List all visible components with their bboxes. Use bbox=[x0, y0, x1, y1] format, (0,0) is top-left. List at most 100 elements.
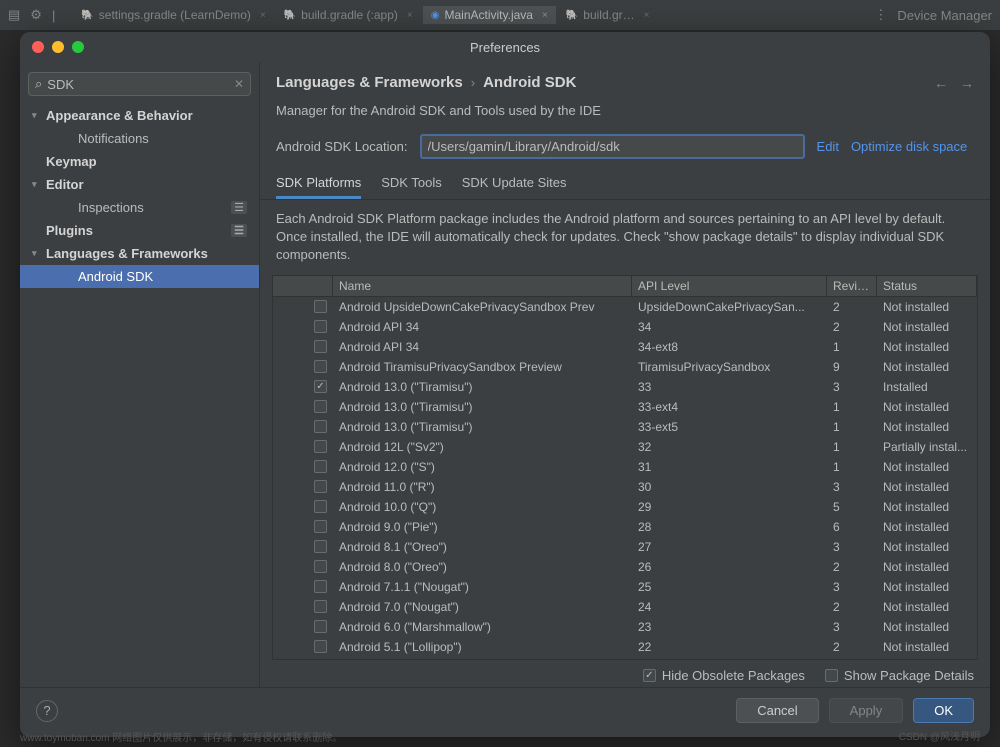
table-row[interactable]: Android 10.0 ("Q") 29 5 Not installed bbox=[273, 497, 977, 517]
cell-revision: 2 bbox=[827, 657, 877, 659]
row-checkbox[interactable] bbox=[314, 540, 327, 553]
col-status[interactable]: Status bbox=[877, 276, 977, 296]
ok-button[interactable]: OK bbox=[913, 698, 974, 723]
table-row[interactable]: Android 6.0 ("Marshmallow") 23 3 Not ins… bbox=[273, 617, 977, 637]
hamburger-icon[interactable]: ▤ bbox=[8, 7, 20, 23]
table-row[interactable]: Android 7.1.1 ("Nougat") 25 3 Not instal… bbox=[273, 577, 977, 597]
cell-status: Not installed bbox=[877, 557, 977, 577]
search-box[interactable]: ⌕ ✕ bbox=[28, 72, 251, 96]
row-checkbox[interactable] bbox=[314, 520, 327, 533]
table-row[interactable]: Android TiramisuPrivacySandbox Preview T… bbox=[273, 357, 977, 377]
tab[interactable]: SDK Update Sites bbox=[462, 169, 567, 199]
table-row[interactable]: Android 11.0 ("R") 30 3 Not installed bbox=[273, 477, 977, 497]
close-tab-icon[interactable]: × bbox=[542, 10, 548, 21]
row-checkbox[interactable] bbox=[314, 360, 327, 373]
editor-tab[interactable]: 🐘settings.gradle (LearnDemo)× bbox=[73, 6, 273, 24]
optimize-link[interactable]: Optimize disk space bbox=[851, 139, 967, 154]
table-row[interactable]: Android 13.0 ("Tiramisu") 33-ext5 1 Not … bbox=[273, 417, 977, 437]
hide-obsolete-checkbox[interactable]: Hide Obsolete Packages bbox=[643, 668, 805, 683]
row-checkbox[interactable] bbox=[314, 400, 327, 413]
show-details-checkbox[interactable]: Show Package Details bbox=[825, 668, 974, 683]
checkbox-icon bbox=[825, 669, 838, 682]
cell-api: 25 bbox=[632, 577, 827, 597]
table-row[interactable]: Android 12L ("Sv2") 32 1 Partially insta… bbox=[273, 437, 977, 457]
settings-tree: ▾Appearance & BehaviorNotificationsKeyma… bbox=[20, 104, 259, 687]
gear-icon[interactable]: ⚙ bbox=[30, 7, 42, 23]
table-row[interactable]: Android 13.0 ("Tiramisu") 33-ext4 1 Not … bbox=[273, 397, 977, 417]
sidebar-item[interactable]: Plugins☰ bbox=[20, 219, 259, 242]
cell-status: Not installed bbox=[877, 657, 977, 659]
cell-status: Not installed bbox=[877, 637, 977, 657]
table-row[interactable]: Android API 34 34-ext8 1 Not installed bbox=[273, 337, 977, 357]
row-checkbox[interactable] bbox=[314, 300, 327, 313]
sidebar-item[interactable]: Android SDK bbox=[20, 265, 259, 288]
breadcrumb: Languages & Frameworks › Android SDK bbox=[276, 74, 926, 91]
editor-tab[interactable]: 🐘build.gr…× bbox=[558, 6, 658, 24]
edit-link[interactable]: Edit bbox=[817, 139, 839, 154]
close-tab-icon[interactable]: × bbox=[644, 10, 650, 21]
row-checkbox[interactable] bbox=[314, 580, 327, 593]
row-checkbox[interactable] bbox=[314, 640, 327, 653]
col-name[interactable]: Name bbox=[333, 276, 632, 296]
divider-icon: | bbox=[52, 8, 55, 23]
col-api[interactable]: API Level bbox=[632, 276, 827, 296]
row-checkbox[interactable] bbox=[314, 460, 327, 473]
tab[interactable]: SDK Tools bbox=[381, 169, 441, 199]
table-row[interactable]: Android 8.0 ("Oreo") 26 2 Not installed bbox=[273, 557, 977, 577]
breadcrumb-item[interactable]: Languages & Frameworks bbox=[276, 74, 463, 91]
row-checkbox[interactable] bbox=[314, 480, 327, 493]
close-tab-icon[interactable]: × bbox=[260, 10, 266, 21]
cell-api: TiramisuPrivacySandbox bbox=[632, 357, 827, 377]
sidebar-item[interactable]: ▾Appearance & Behavior bbox=[20, 104, 259, 127]
dialog-title: Preferences bbox=[20, 40, 990, 55]
table-row[interactable]: Android UpsideDownCakePrivacySandbox Pre… bbox=[273, 297, 977, 317]
cell-name: Android 8.1 ("Oreo") bbox=[333, 537, 632, 557]
back-icon[interactable]: ← bbox=[934, 75, 948, 91]
sidebar-item[interactable]: Keymap bbox=[20, 150, 259, 173]
sidebar-item[interactable]: Inspections☰ bbox=[20, 196, 259, 219]
sidebar-item[interactable]: Notifications bbox=[20, 127, 259, 150]
table-body[interactable]: Android UpsideDownCakePrivacySandbox Pre… bbox=[273, 297, 977, 659]
row-checkbox[interactable] bbox=[314, 320, 327, 333]
cell-name: Android 5.1 ("Lollipop") bbox=[333, 637, 632, 657]
table-row[interactable]: Android 8.1 ("Oreo") 27 3 Not installed bbox=[273, 537, 977, 557]
table-row[interactable]: Android 7.0 ("Nougat") 24 2 Not installe… bbox=[273, 597, 977, 617]
search-input[interactable] bbox=[47, 77, 229, 92]
close-tab-icon[interactable]: × bbox=[407, 10, 413, 21]
row-checkbox[interactable] bbox=[314, 420, 327, 433]
help-button[interactable]: ? bbox=[36, 700, 58, 722]
row-checkbox[interactable] bbox=[314, 560, 327, 573]
cell-api: 30 bbox=[632, 477, 827, 497]
apply-button[interactable]: Apply bbox=[829, 698, 904, 723]
chevron-right-icon: › bbox=[471, 75, 475, 90]
dropdown-icon[interactable]: ⋮ bbox=[874, 7, 887, 23]
table-row[interactable]: Android 5.0 ("Lollipop") 21 2 Not instal… bbox=[273, 657, 977, 659]
table-row[interactable]: Android 9.0 ("Pie") 28 6 Not installed bbox=[273, 517, 977, 537]
sidebar-item[interactable]: ▾Editor bbox=[20, 173, 259, 196]
row-checkbox[interactable] bbox=[314, 600, 327, 613]
cancel-button[interactable]: Cancel bbox=[736, 698, 818, 723]
table-row[interactable]: Android API 34 34 2 Not installed bbox=[273, 317, 977, 337]
editor-tab[interactable]: ◉MainActivity.java× bbox=[423, 6, 556, 24]
row-checkbox[interactable] bbox=[314, 440, 327, 453]
cell-revision: 3 bbox=[827, 577, 877, 597]
col-revision[interactable]: Revis... bbox=[827, 276, 877, 296]
show-details-label: Show Package Details bbox=[844, 668, 974, 683]
row-checkbox[interactable] bbox=[314, 340, 327, 353]
editor-tab[interactable]: 🐘build.gradle (:app)× bbox=[276, 6, 421, 24]
table-row[interactable]: Android 13.0 ("Tiramisu") 33 3 Installed bbox=[273, 377, 977, 397]
device-manager-label[interactable]: Device Manager bbox=[897, 8, 992, 23]
table-row[interactable]: Android 5.1 ("Lollipop") 22 2 Not instal… bbox=[273, 637, 977, 657]
sidebar-item[interactable]: ▾Languages & Frameworks bbox=[20, 242, 259, 265]
chevron-down-icon: ▾ bbox=[32, 248, 44, 259]
sdk-location-input[interactable] bbox=[420, 134, 805, 159]
cell-revision: 5 bbox=[827, 497, 877, 517]
table-row[interactable]: Android 12.0 ("S") 31 1 Not installed bbox=[273, 457, 977, 477]
cell-revision: 2 bbox=[827, 317, 877, 337]
row-checkbox[interactable] bbox=[314, 380, 327, 393]
clear-search-icon[interactable]: ✕ bbox=[234, 77, 244, 91]
row-checkbox[interactable] bbox=[314, 620, 327, 633]
row-checkbox[interactable] bbox=[314, 500, 327, 513]
tab[interactable]: SDK Platforms bbox=[276, 169, 361, 199]
forward-icon[interactable]: → bbox=[960, 75, 974, 91]
